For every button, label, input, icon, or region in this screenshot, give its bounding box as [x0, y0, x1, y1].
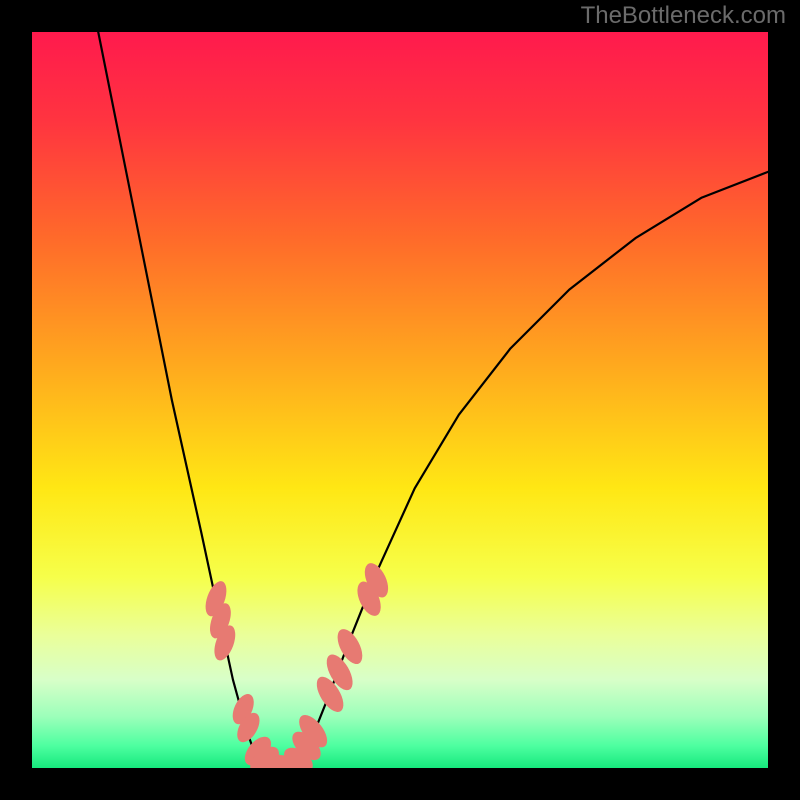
gradient-background	[32, 32, 768, 768]
chart-frame: TheBottleneck.com	[0, 0, 800, 800]
watermark-text: TheBottleneck.com	[581, 2, 786, 30]
plot-svg	[32, 32, 768, 768]
plot-area	[32, 32, 768, 768]
